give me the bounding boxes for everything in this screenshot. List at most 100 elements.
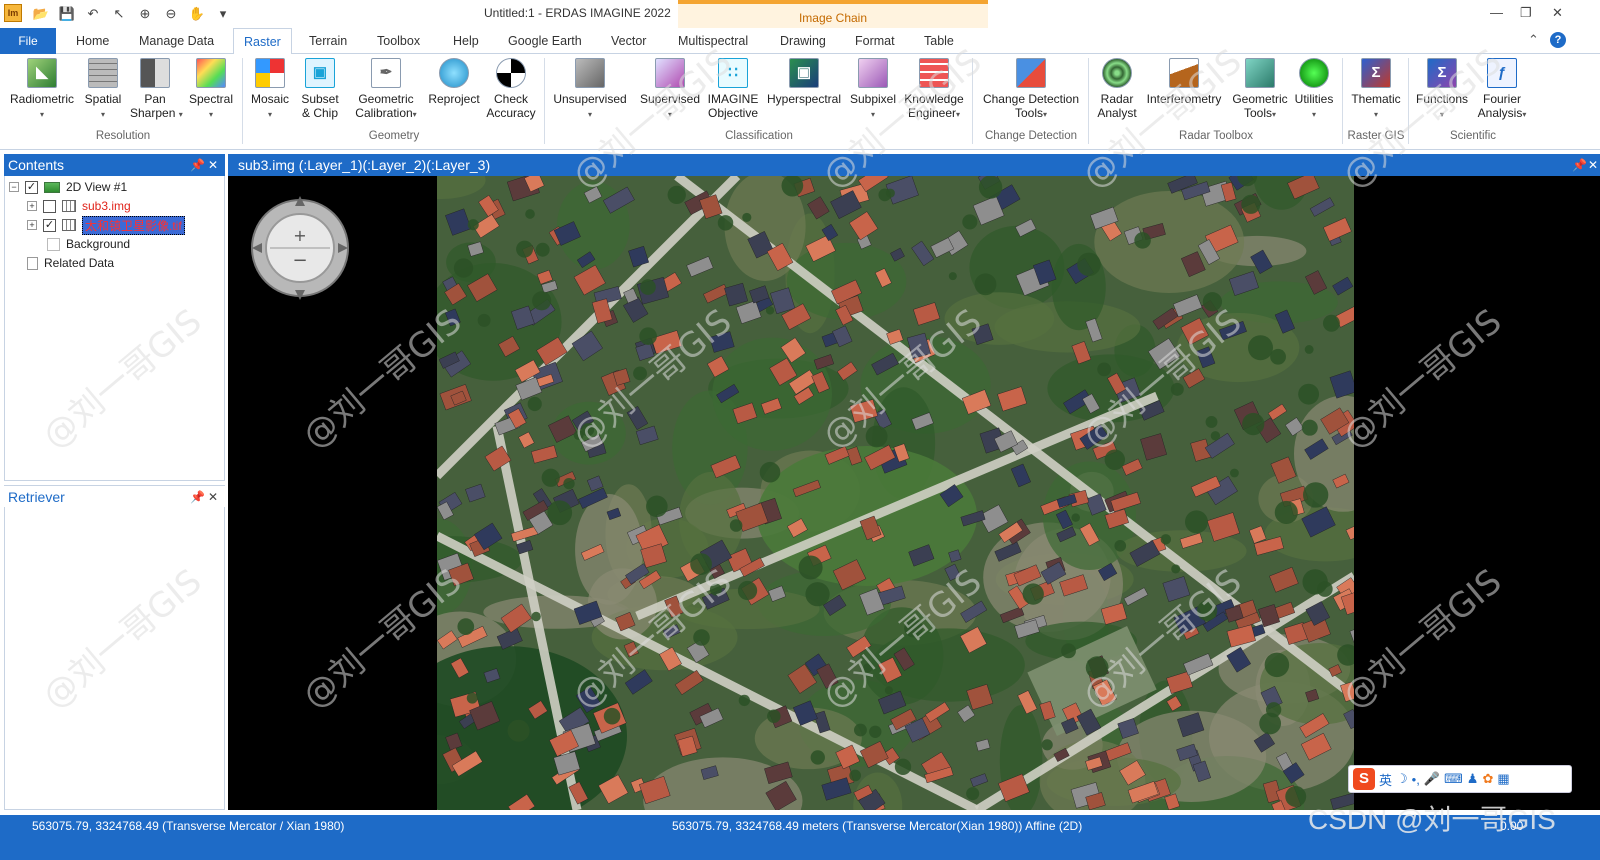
view-checkbox[interactable]: ✓ [25,180,38,194]
tree-node-2d-view[interactable]: − ✓ 2D View #1 [9,178,127,196]
knowledge-engineer-button[interactable]: Knowledge Engineer▾ [902,58,966,122]
help-icon[interactable]: ? [1550,32,1566,48]
mosaic-button[interactable]: Mosaic ▾ [248,58,292,122]
status-projection: 563075.79, 3324768.49 meters (Transverse… [672,819,1083,833]
thematic-button[interactable]: Σ Thematic ▾ [1350,58,1402,122]
geometric-calibration-button[interactable]: ✒ Geometric Calibration▾ [350,58,422,122]
moon-icon[interactable]: ☽ [1396,771,1408,787]
layer-checkbox[interactable] [43,199,56,213]
pin-icon[interactable]: 📌 [190,486,205,508]
app-icon[interactable]: Im [4,4,22,22]
pin-icon[interactable]: 📌 [1572,154,1587,176]
tab-toolbox[interactable]: Toolbox [377,28,420,54]
hyperspectral-button[interactable]: ▣ Hyperspectral [764,58,844,106]
check-accuracy-button[interactable]: Check Accuracy [486,58,536,120]
title-bar: Im 📂 💾 ↶ ↖ ⊕ ⊖ ✋ ▾ Untitled:1 - ERDAS IM… [0,0,1600,28]
subset-label-1: Subset [301,92,339,106]
view-label: 2D View #1 [66,180,128,194]
zoom-out-icon[interactable]: − [292,250,307,271]
radar-analyst-button[interactable]: Radar Analyst [1096,58,1138,120]
user-icon[interactable]: ♟ [1467,771,1479,787]
group-separator [1088,58,1089,144]
open-icon[interactable]: 📂 [30,4,52,24]
unsupervised-button[interactable]: Unsupervised ▾ [552,58,628,122]
group-label-radar-toolbox: Radar Toolbox [1179,130,1253,142]
radar-analyst-label-2: Analyst [1097,106,1137,120]
interferometry-button[interactable]: Interferometry [1142,58,1226,106]
functions-icon: Σ [1427,58,1457,88]
tab-drawing[interactable]: Drawing [780,28,826,54]
satellite-image[interactable] [437,176,1354,810]
zoom-in-icon[interactable]: ⊕ [134,4,156,24]
expand-icon[interactable]: + [27,201,37,211]
tab-home[interactable]: Home [76,28,109,54]
ime-toolbar[interactable]: S 英 ☽ •, 🎤 ⌨ ♟ ✿ ▦ [1348,765,1572,793]
navigation-control[interactable]: + − [250,186,352,304]
reproject-button[interactable]: Reproject [426,58,482,106]
undo-icon[interactable]: ↶ [82,4,104,24]
tab-help[interactable]: Help [453,28,479,54]
radar-icon [1102,58,1132,88]
close-panel-icon[interactable]: ✕ [208,486,218,508]
change-detection-tools-button[interactable]: Change Detection Tools▾ [980,58,1082,122]
imagine-objective-button[interactable]: ∷ IMAGINE Objective [706,58,760,120]
tree-node-related-data[interactable]: Related Data [27,254,114,272]
background-label: Background [66,237,131,251]
tab-multispectral[interactable]: Multispectral [678,28,748,54]
radiometric-button[interactable]: ◣ Radiometric ▾ [10,58,74,122]
geometric-tools-button[interactable]: Geometric Tools▾ [1230,58,1290,122]
skin-icon[interactable]: ✿ [1482,771,1493,787]
fourier-analysis-button[interactable]: ƒ Fourier Analysis▾ [1472,58,1532,122]
functions-button[interactable]: Σ Functions ▾ [1414,58,1470,122]
zoom-in-icon[interactable]: + [293,226,306,245]
save-icon[interactable]: 💾 [56,4,78,24]
layer-checkbox[interactable]: ✓ [43,218,56,232]
pin-icon[interactable]: 📌 [190,154,205,176]
spectral-button[interactable]: Spectral ▾ [186,58,236,122]
supervised-button[interactable]: Supervised ▾ [638,58,702,122]
tab-terrain[interactable]: Terrain [309,28,347,54]
grid-icon[interactable]: ▦ [1497,771,1509,787]
ime-logo-icon[interactable]: S [1353,768,1375,790]
expand-icon[interactable]: + [27,220,37,230]
fourier-icon: ƒ [1487,58,1517,88]
2d-view-canvas[interactable]: + − [228,176,1600,810]
tab-file[interactable]: File [0,28,56,54]
minimize-icon[interactable]: — [1490,5,1503,20]
microphone-icon[interactable]: 🎤 [1424,771,1440,787]
close-panel-icon[interactable]: ✕ [208,154,218,176]
subset-chip-button[interactable]: ▣ Subset & Chip [298,58,342,120]
close-viewer-icon[interactable]: ✕ [1588,154,1598,176]
tab-format[interactable]: Format [855,28,895,54]
fourier-analysis-label-2: Analysis [1477,106,1523,120]
layer-label: 太和镇卫星影像.tif [82,215,185,235]
collapse-icon[interactable]: − [9,182,19,192]
tree-node-layer-sub3[interactable]: + sub3.img [27,197,131,215]
close-icon[interactable]: ✕ [1552,5,1563,21]
ime-language[interactable]: 英 [1379,770,1392,789]
tab-google-earth[interactable]: Google Earth [508,28,582,54]
keyboard-icon[interactable]: ⌨ [1444,771,1463,787]
customize-icon[interactable]: ▾ [212,4,234,24]
subpixel-button[interactable]: Subpixel ▾ [848,58,898,122]
tab-raster[interactable]: Raster [233,28,292,55]
tab-manage-data[interactable]: Manage Data [139,28,214,54]
layer-label: sub3.img [82,199,131,213]
pan-sharpen-button[interactable]: Pan Sharpen ▾ [130,58,183,122]
tab-table[interactable]: Table [924,28,954,54]
restore-icon[interactable]: ❐ [1520,5,1532,21]
tree-node-layer-taihe[interactable]: + ✓ 太和镇卫星影像.tif [27,215,185,235]
background-checkbox[interactable] [47,237,60,251]
radiometric-label: Radiometric [10,92,75,106]
pan-icon[interactable]: ✋ [186,4,208,24]
viewer-header: sub3.img (:Layer_1)(:Layer_2)(:Layer_3) … [228,154,1600,176]
contextual-tab-image-chain[interactable]: Image Chain [678,0,988,28]
collapse-ribbon-icon[interactable]: ⌃ [1528,32,1539,48]
select-icon[interactable]: ↖ [108,4,130,24]
tab-vector[interactable]: Vector [611,28,646,54]
utilities-button[interactable]: Utilities ▾ [1292,58,1336,122]
spatial-button[interactable]: Spatial ▾ [82,58,124,122]
tree-node-background[interactable]: Background [47,235,130,253]
punctuation-icon[interactable]: •, [1412,772,1420,787]
zoom-out-icon[interactable]: ⊖ [160,4,182,24]
